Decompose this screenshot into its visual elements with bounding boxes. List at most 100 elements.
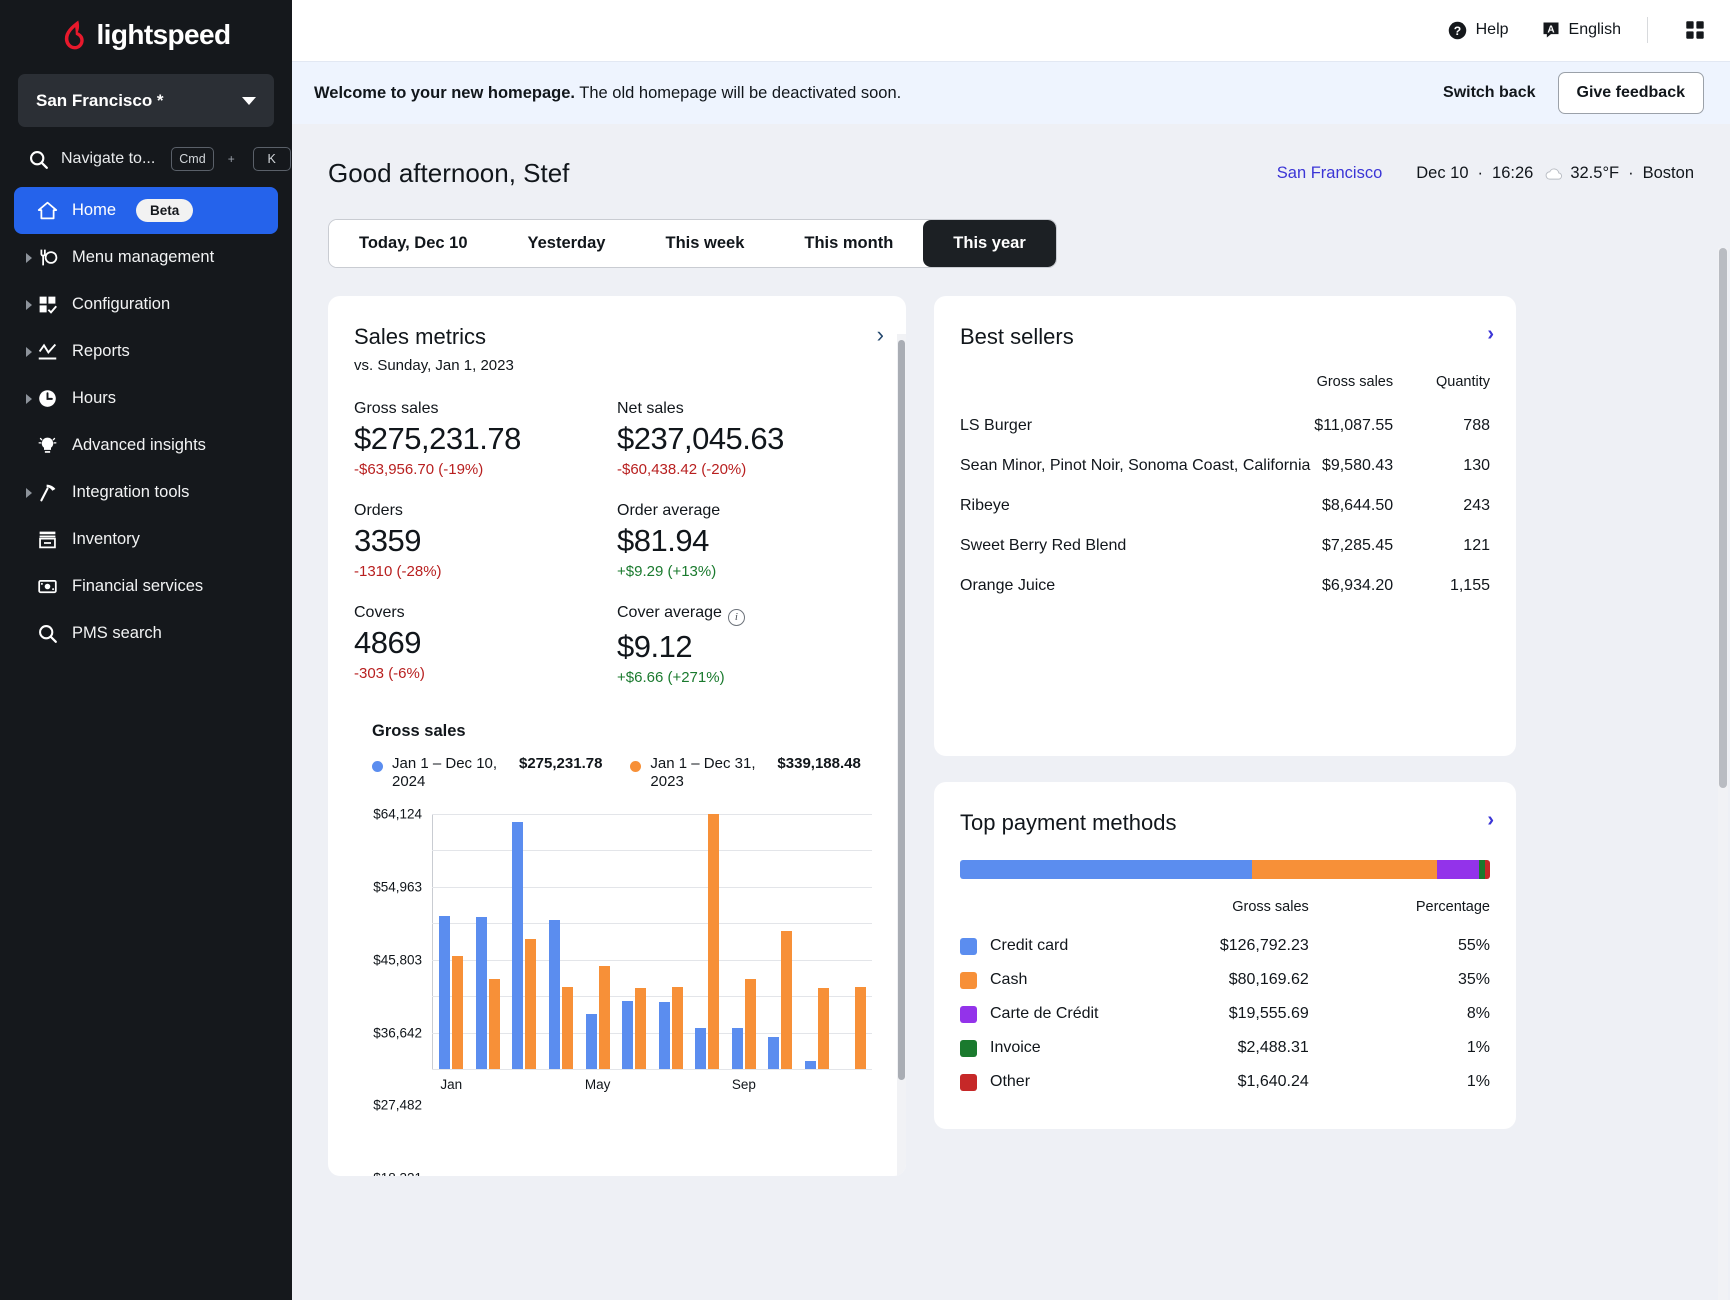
chart-bar-group[interactable] bbox=[652, 814, 689, 1069]
chart-bar[interactable] bbox=[818, 988, 829, 1069]
chart-bar[interactable] bbox=[562, 987, 573, 1069]
payment-methods-expand-icon[interactable]: › bbox=[1487, 810, 1494, 830]
chart-bar[interactable] bbox=[745, 979, 756, 1069]
tab-this-year[interactable]: This year bbox=[923, 220, 1055, 267]
sidebar-item-inventory[interactable]: Inventory bbox=[14, 516, 278, 563]
chart-bar[interactable] bbox=[659, 1002, 670, 1069]
color-swatch-invoice bbox=[960, 1040, 977, 1057]
page-scrollbar-thumb[interactable] bbox=[1719, 248, 1727, 788]
chart-bar[interactable] bbox=[635, 988, 646, 1069]
list-item[interactable]: Cash $80,169.62 35% bbox=[960, 963, 1490, 997]
chart-bar[interactable] bbox=[672, 987, 683, 1069]
sidebar-item-reports[interactable]: Reports bbox=[14, 328, 278, 375]
chart-bar[interactable] bbox=[708, 814, 719, 1069]
brand-logo[interactable]: lightspeed bbox=[0, 0, 292, 62]
metric-cover-average: Cover averagei $9.12 +$6.66 (+271%) bbox=[617, 604, 880, 686]
chart-bar[interactable] bbox=[476, 917, 487, 1069]
sidebar-item-integration-tools[interactable]: Integration tools bbox=[14, 469, 278, 516]
give-feedback-button[interactable]: Give feedback bbox=[1558, 72, 1705, 114]
chart-bar-group[interactable] bbox=[726, 814, 763, 1069]
chart-bar[interactable] bbox=[586, 1014, 597, 1069]
sales-metrics-card: Sales metrics vs. Sunday, Jan 1, 2023 › … bbox=[328, 296, 906, 1176]
chart-bar[interactable] bbox=[549, 920, 560, 1069]
chart-bar-group[interactable] bbox=[433, 814, 470, 1069]
sidebar-item-label-advanced-insights: Advanced insights bbox=[72, 436, 206, 455]
chart-bar[interactable] bbox=[489, 979, 500, 1069]
sidebar-item-financial-services[interactable]: Financial services bbox=[14, 563, 278, 610]
page-scrollbar-track[interactable] bbox=[1718, 248, 1728, 1300]
sidebar-item-home[interactable]: Home Beta bbox=[14, 187, 278, 234]
table-row[interactable]: Sean Minor, Pinot Noir, Sonoma Coast, Ca… bbox=[960, 446, 1490, 486]
list-item[interactable]: Other $1,640.24 1% bbox=[960, 1065, 1490, 1099]
sales-metrics-expand-icon[interactable]: › bbox=[877, 324, 884, 346]
chart-x-tick-label bbox=[543, 1077, 580, 1092]
list-item[interactable]: Invoice $2,488.31 1% bbox=[960, 1031, 1490, 1065]
card-scrollbar-track[interactable] bbox=[897, 334, 906, 1176]
chart-bar[interactable] bbox=[599, 966, 610, 1069]
tab-today[interactable]: Today, Dec 10 bbox=[329, 220, 498, 267]
language-button[interactable]: A English bbox=[1525, 20, 1637, 40]
chart-bar[interactable] bbox=[695, 1028, 706, 1069]
table-row[interactable]: Ribeye $8,644.50 243 bbox=[960, 486, 1490, 526]
metric-value-orders: 3359 bbox=[354, 523, 617, 559]
chart-bar-group[interactable] bbox=[579, 814, 616, 1069]
chart-bar[interactable] bbox=[512, 822, 523, 1069]
header-location-link[interactable]: San Francisco bbox=[1277, 164, 1382, 183]
sidebar-item-configuration[interactable]: Configuration bbox=[14, 281, 278, 328]
sidebar-item-pms-search[interactable]: PMS search bbox=[14, 610, 278, 657]
chart-bar[interactable] bbox=[781, 931, 792, 1069]
chart-bar-group[interactable] bbox=[689, 814, 726, 1069]
best-sellers-expand-icon[interactable]: › bbox=[1487, 324, 1494, 344]
metric-gross-sales: Gross sales $275,231.78 -$63,956.70 (-19… bbox=[354, 400, 617, 478]
chart-bar[interactable] bbox=[525, 939, 536, 1069]
list-item[interactable]: Carte de Crédit $19,555.69 8% bbox=[960, 997, 1490, 1031]
tab-this-month[interactable]: This month bbox=[774, 220, 923, 267]
switch-back-button[interactable]: Switch back bbox=[1443, 84, 1535, 102]
info-icon[interactable]: i bbox=[728, 609, 745, 626]
list-item[interactable]: Credit card $126,792.23 55% bbox=[960, 929, 1490, 963]
pm-col-pct: Percentage bbox=[1309, 899, 1490, 929]
chart-bar-group[interactable] bbox=[762, 814, 799, 1069]
chart-bar-group[interactable] bbox=[799, 814, 836, 1069]
sidebar-item-label-inventory: Inventory bbox=[72, 530, 140, 549]
stacked-bar-segment[interactable] bbox=[960, 860, 1252, 879]
bs-col-gross: Gross sales bbox=[1314, 374, 1394, 406]
chart-bar[interactable] bbox=[622, 1001, 633, 1069]
table-row[interactable]: LS Burger $11,087.55 788 bbox=[960, 406, 1490, 446]
stacked-bar-segment[interactable] bbox=[1252, 860, 1438, 879]
tab-yesterday[interactable]: Yesterday bbox=[498, 220, 636, 267]
chart-bar-group[interactable] bbox=[835, 814, 872, 1069]
table-row[interactable]: Sweet Berry Red Blend $7,285.45 121 bbox=[960, 526, 1490, 566]
chart-bar[interactable] bbox=[768, 1037, 779, 1069]
menu-management-icon bbox=[36, 247, 58, 269]
table-row[interactable]: Orange Juice $6,934.20 1,155 bbox=[960, 566, 1490, 606]
sidebar-item-label-hours: Hours bbox=[72, 389, 116, 408]
chart-bar-group[interactable] bbox=[506, 814, 543, 1069]
navigate-to-search[interactable]: Navigate to... Cmd + K bbox=[0, 127, 292, 187]
chart-bar[interactable] bbox=[805, 1061, 816, 1069]
sidebar-item-advanced-insights[interactable]: Advanced insights bbox=[14, 422, 278, 469]
chart-bar[interactable] bbox=[452, 956, 463, 1069]
stacked-bar-segment[interactable] bbox=[1437, 860, 1479, 879]
pm-label-4: Other bbox=[990, 1073, 1030, 1091]
pm-name-3: Invoice bbox=[960, 1031, 1172, 1065]
chart-bar[interactable] bbox=[732, 1028, 743, 1069]
stacked-bar-segment[interactable] bbox=[1485, 860, 1490, 879]
chart-bar-group[interactable] bbox=[543, 814, 580, 1069]
chart-bar-group[interactable] bbox=[470, 814, 507, 1069]
banner-actions: Switch back Give feedback bbox=[1443, 72, 1704, 114]
help-button[interactable]: ? Help bbox=[1431, 20, 1525, 41]
chart-bar[interactable] bbox=[855, 987, 866, 1069]
tab-this-week[interactable]: This week bbox=[636, 220, 775, 267]
chart-bar-group[interactable] bbox=[616, 814, 653, 1069]
grid-apps-icon[interactable] bbox=[1684, 19, 1706, 41]
sidebar-item-label-integration-tools: Integration tools bbox=[72, 483, 189, 502]
card-scrollbar-thumb[interactable] bbox=[898, 340, 905, 1080]
legend-item-2024[interactable]: Jan 1 – Dec 10, 2024 $275,231.78 bbox=[372, 755, 602, 793]
sidebar-item-menu-management[interactable]: Menu management bbox=[14, 234, 278, 281]
chart-bar[interactable] bbox=[439, 916, 450, 1069]
location-selector[interactable]: San Francisco * bbox=[18, 74, 274, 127]
chart-y-tick-label: $64,124 bbox=[373, 807, 432, 822]
sidebar-item-hours[interactable]: Hours bbox=[14, 375, 278, 422]
legend-item-2023[interactable]: Jan 1 – Dec 31, 2023 $339,188.48 bbox=[630, 755, 860, 793]
